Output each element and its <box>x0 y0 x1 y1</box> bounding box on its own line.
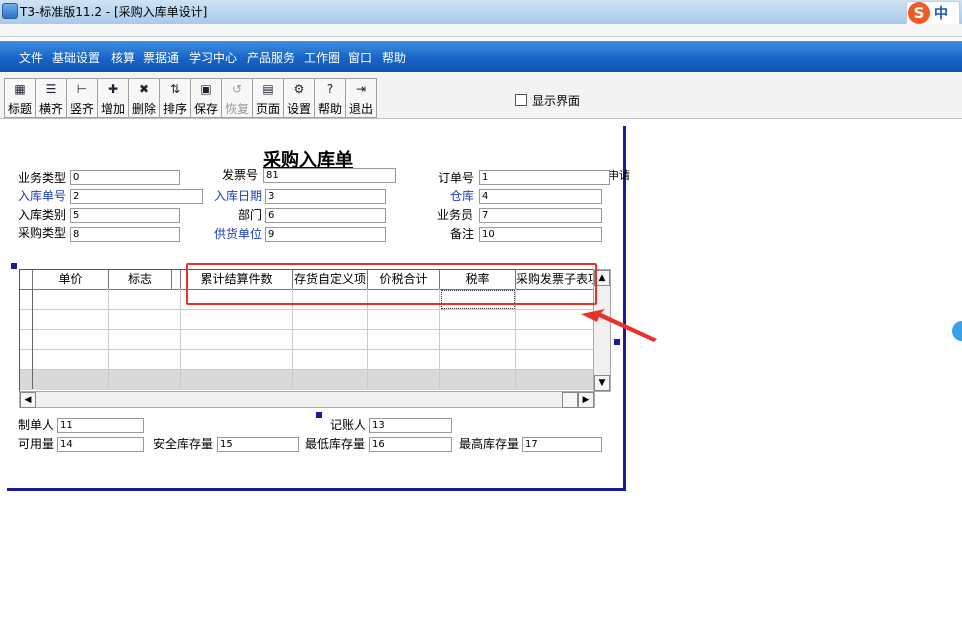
remarks-field[interactable]: 10 <box>479 227 602 242</box>
department-field[interactable]: 6 <box>265 208 386 223</box>
restore-icon: ↺ <box>231 82 243 96</box>
menu-window[interactable]: 窗口 <box>348 49 372 66</box>
menu-file[interactable]: 文件 <box>19 49 43 66</box>
show-interface-checkbox[interactable] <box>515 94 527 106</box>
settings-icon: ⚙ <box>293 82 305 96</box>
design-bottom-border <box>7 488 626 491</box>
save-icon: ▣ <box>200 82 212 96</box>
field-label[interactable]: 安全库存量 <box>153 435 213 452</box>
grid-column-line <box>180 289 181 389</box>
table-row[interactable] <box>20 350 594 370</box>
title-icon: ▦ <box>14 82 26 96</box>
menu-product-service[interactable]: 产品服务 <box>247 49 295 66</box>
field-label[interactable]: 业务员 <box>437 206 473 223</box>
field-selection-handle[interactable] <box>316 412 322 418</box>
table-row[interactable] <box>20 370 594 390</box>
field-label[interactable]: 记账人 <box>330 416 366 433</box>
grid-column-line <box>32 289 33 389</box>
safety-stock-field[interactable]: 15 <box>217 437 299 452</box>
field-label[interactable]: 制单人 <box>18 416 54 433</box>
help-button[interactable]: ? 帮助 <box>314 78 346 118</box>
field-label[interactable]: 部门 <box>238 206 262 223</box>
field-label[interactable]: 最高库存量 <box>459 435 519 452</box>
field-label[interactable]: 可用量 <box>18 435 54 452</box>
show-interface-label: 显示界面 <box>532 94 581 108</box>
grid-header-flag[interactable]: 标志 <box>109 270 172 290</box>
add-button[interactable]: ✚ 增加 <box>97 78 129 118</box>
field-label[interactable]: 仓库 <box>450 187 474 204</box>
field-label[interactable]: 业务类型 <box>18 169 66 186</box>
grid-header-narrow[interactable] <box>172 270 181 290</box>
align-vertical-button[interactable]: ⊢ 竖齐 <box>66 78 98 118</box>
app-icon <box>2 3 18 19</box>
grid-header-unit-price[interactable]: 单价 <box>33 270 109 290</box>
exit-icon: ⇥ <box>355 82 367 96</box>
scroll-left-icon[interactable]: ◀ <box>20 392 36 408</box>
sogou-ime-icon[interactable]: S <box>908 2 930 24</box>
purchase-type-field[interactable]: 8 <box>70 227 180 242</box>
grid-selection-handle[interactable] <box>11 263 17 269</box>
order-number-field[interactable]: 1 <box>479 170 610 185</box>
menu-accounting[interactable]: 核算 <box>111 49 135 66</box>
field-label[interactable]: 采购类型 <box>18 224 66 241</box>
grid-header-selector[interactable] <box>20 270 33 290</box>
align-horizontal-icon: ☰ <box>45 82 57 96</box>
truncated-field-label[interactable]: 申请 <box>608 167 630 183</box>
field-label[interactable]: 供货单位 <box>214 225 262 242</box>
table-row[interactable] <box>20 330 594 350</box>
business-type-field[interactable]: 0 <box>70 170 180 185</box>
field-label[interactable]: 发票号 <box>222 166 258 183</box>
menu-invoice[interactable]: 票据通 <box>143 49 179 66</box>
delete-button[interactable]: ✖ 删除 <box>128 78 160 118</box>
warehouse-field[interactable]: 4 <box>479 189 602 204</box>
menu-help[interactable]: 帮助 <box>382 49 406 66</box>
restore-button[interactable]: ↺ 恢复 <box>221 78 253 118</box>
creator-field[interactable]: 11 <box>57 418 144 433</box>
save-button[interactable]: ▣ 保存 <box>190 78 222 118</box>
menu-learning-center[interactable]: 学习中心 <box>189 49 237 66</box>
table-row[interactable] <box>20 310 594 330</box>
align-vertical-icon: ⊢ <box>76 82 88 96</box>
align-horizontal-button[interactable]: ☰ 横齐 <box>35 78 67 118</box>
menu-work-circle[interactable]: 工作圈 <box>304 49 340 66</box>
field-label[interactable]: 最低库存量 <box>305 435 365 452</box>
sort-icon: ⇅ <box>169 82 181 96</box>
bookkeeper-field[interactable]: 13 <box>369 418 452 433</box>
field-label[interactable]: 订单号 <box>438 169 474 186</box>
field-label[interactable]: 入库单号 <box>18 187 66 204</box>
grid-horizontal-scrollbar[interactable]: ◀ ▶ <box>19 391 595 408</box>
scroll-down-icon[interactable]: ▼ <box>594 375 610 391</box>
supplier-field[interactable]: 9 <box>265 227 386 242</box>
invoice-number-field[interactable]: 81 <box>263 168 396 183</box>
settings-button[interactable]: ⚙ 设置 <box>283 78 315 118</box>
salesperson-field[interactable]: 7 <box>479 208 602 223</box>
page-button[interactable]: ▤ 页面 <box>252 78 284 118</box>
sort-button[interactable]: ⇅ 排序 <box>159 78 191 118</box>
page-icon: ▤ <box>262 82 274 96</box>
max-stock-field[interactable]: 17 <box>522 437 602 452</box>
help-icon: ? <box>326 82 334 96</box>
delete-icon: ✖ <box>138 82 150 96</box>
ime-mode-label[interactable]: 中 <box>934 3 948 23</box>
menu-basic-settings[interactable]: 基础设置 <box>52 49 100 66</box>
add-icon: ✚ <box>107 82 119 96</box>
exit-button[interactable]: ⇥ 退出 <box>345 78 377 118</box>
field-label[interactable]: 入库类别 <box>18 206 66 223</box>
title-button[interactable]: ▦ 标题 <box>4 78 36 118</box>
field-label[interactable]: 备注 <box>450 225 474 242</box>
scroll-thumb[interactable] <box>562 392 578 408</box>
annotation-arrow-icon <box>581 309 657 342</box>
mdi-child-strip <box>0 24 962 37</box>
scroll-right-icon[interactable]: ▶ <box>578 392 594 408</box>
min-stock-field[interactable]: 16 <box>369 437 452 452</box>
receipt-category-field[interactable]: 5 <box>70 208 180 223</box>
grid-column-line <box>108 289 109 389</box>
receipt-date-field[interactable]: 3 <box>265 189 386 204</box>
field-label[interactable]: 入库日期 <box>214 187 262 204</box>
receipt-number-field[interactable]: 2 <box>70 189 203 204</box>
annotation-highlight-box <box>186 263 597 305</box>
window-title: T3-标准版11.2 - [采购入库单设计] <box>20 5 208 19</box>
available-qty-field[interactable]: 14 <box>57 437 144 452</box>
